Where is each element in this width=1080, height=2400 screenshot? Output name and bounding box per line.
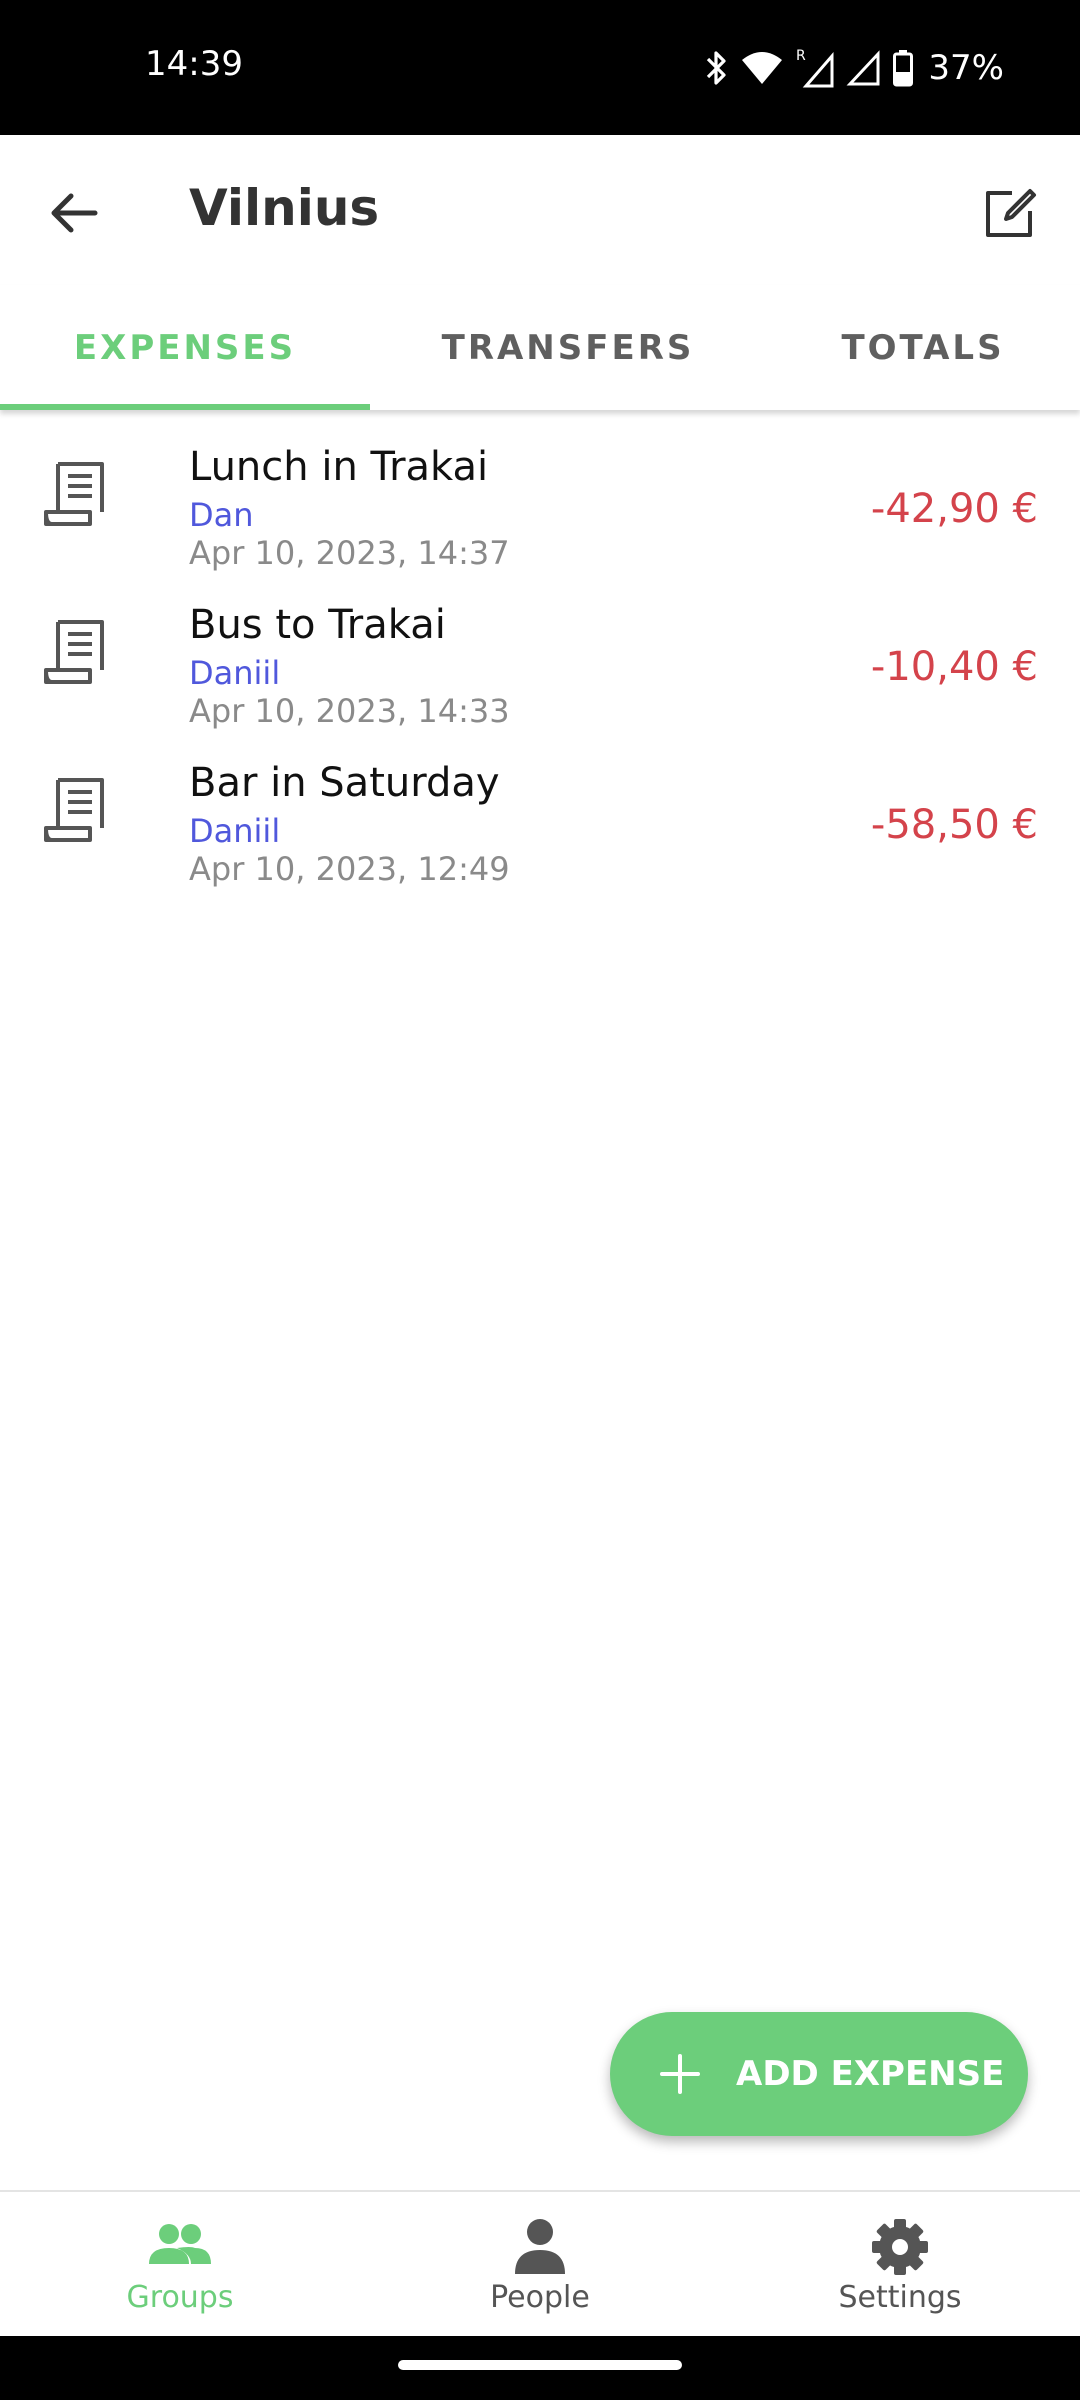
receipt-icon [44, 778, 104, 842]
expense-date: Apr 10, 2023, 14:37 [189, 534, 510, 572]
expense-amount: -10,40 € [870, 644, 1038, 690]
app-root: 14:39 R 37% Vilnius EXPENSES TRANSFERS T… [0, 0, 1080, 2400]
gesture-bar [0, 2336, 1080, 2400]
nav-people[interactable]: People [360, 2192, 720, 2336]
expense-date: Apr 10, 2023, 12:49 [189, 850, 510, 888]
receipt-icon [44, 462, 104, 526]
nav-settings-label: Settings [838, 2280, 962, 2315]
tab-transfers[interactable]: TRANSFERS [370, 285, 766, 410]
add-expense-label: ADD EXPENSE [736, 2054, 1005, 2094]
expense-payer: Dan [189, 496, 254, 534]
expense-title: Bar in Saturday [189, 760, 500, 806]
plus-icon [660, 2054, 700, 2094]
battery-icon [893, 50, 914, 87]
expense-payer: Daniil [189, 654, 281, 692]
nav-people-label: People [490, 2280, 590, 2315]
wifi-icon [742, 52, 783, 84]
signal-roaming-icon: R [796, 48, 834, 88]
expense-payer: Daniil [189, 812, 281, 850]
status-time: 14:39 [145, 44, 243, 84]
app-bar: Vilnius [0, 135, 1080, 285]
person-icon [515, 2219, 565, 2274]
nav-settings[interactable]: Settings [720, 2192, 1080, 2336]
tab-bar: EXPENSES TRANSFERS TOTALS [0, 285, 1080, 410]
expense-amount: -42,90 € [870, 486, 1038, 532]
add-expense-button[interactable]: ADD EXPENSE [610, 2012, 1028, 2136]
list-item[interactable]: Bar in Saturday Daniil Apr 10, 2023, 12:… [0, 726, 1080, 888]
status-bar: 14:39 R 37% [0, 0, 1080, 135]
receipt-icon [44, 620, 104, 684]
bluetooth-icon [707, 51, 727, 85]
home-gesture-handle[interactable] [398, 2360, 682, 2370]
edit-icon [986, 189, 1036, 237]
tab-expenses[interactable]: EXPENSES [0, 285, 370, 410]
arrow-back-icon [51, 193, 98, 233]
page-title: Vilnius [189, 179, 380, 237]
nav-groups[interactable]: Groups [0, 2192, 360, 2336]
expense-list: Lunch in Trakai Dan Apr 10, 2023, 14:37 … [0, 410, 1080, 888]
nav-groups-label: Groups [126, 2280, 234, 2315]
expense-amount: -58,50 € [870, 802, 1038, 848]
battery-percentage: 37% [928, 48, 1004, 88]
edit-button[interactable] [970, 173, 1050, 253]
expense-title: Bus to Trakai [189, 602, 446, 648]
gear-icon [872, 2219, 928, 2275]
tab-totals[interactable]: TOTALS [766, 285, 1080, 410]
list-item[interactable]: Lunch in Trakai Dan Apr 10, 2023, 14:37 … [0, 410, 1080, 572]
bottom-nav: Groups People Settings [0, 2190, 1080, 2336]
groups-icon [149, 2224, 211, 2264]
expense-date: Apr 10, 2023, 14:33 [189, 692, 510, 730]
list-item[interactable]: Bus to Trakai Daniil Apr 10, 2023, 14:33… [0, 568, 1080, 730]
svg-text:R: R [796, 48, 806, 64]
status-icons: R 37% [702, 44, 1004, 92]
signal-icon [846, 50, 880, 86]
expense-title: Lunch in Trakai [189, 444, 489, 490]
back-button[interactable] [34, 173, 114, 253]
